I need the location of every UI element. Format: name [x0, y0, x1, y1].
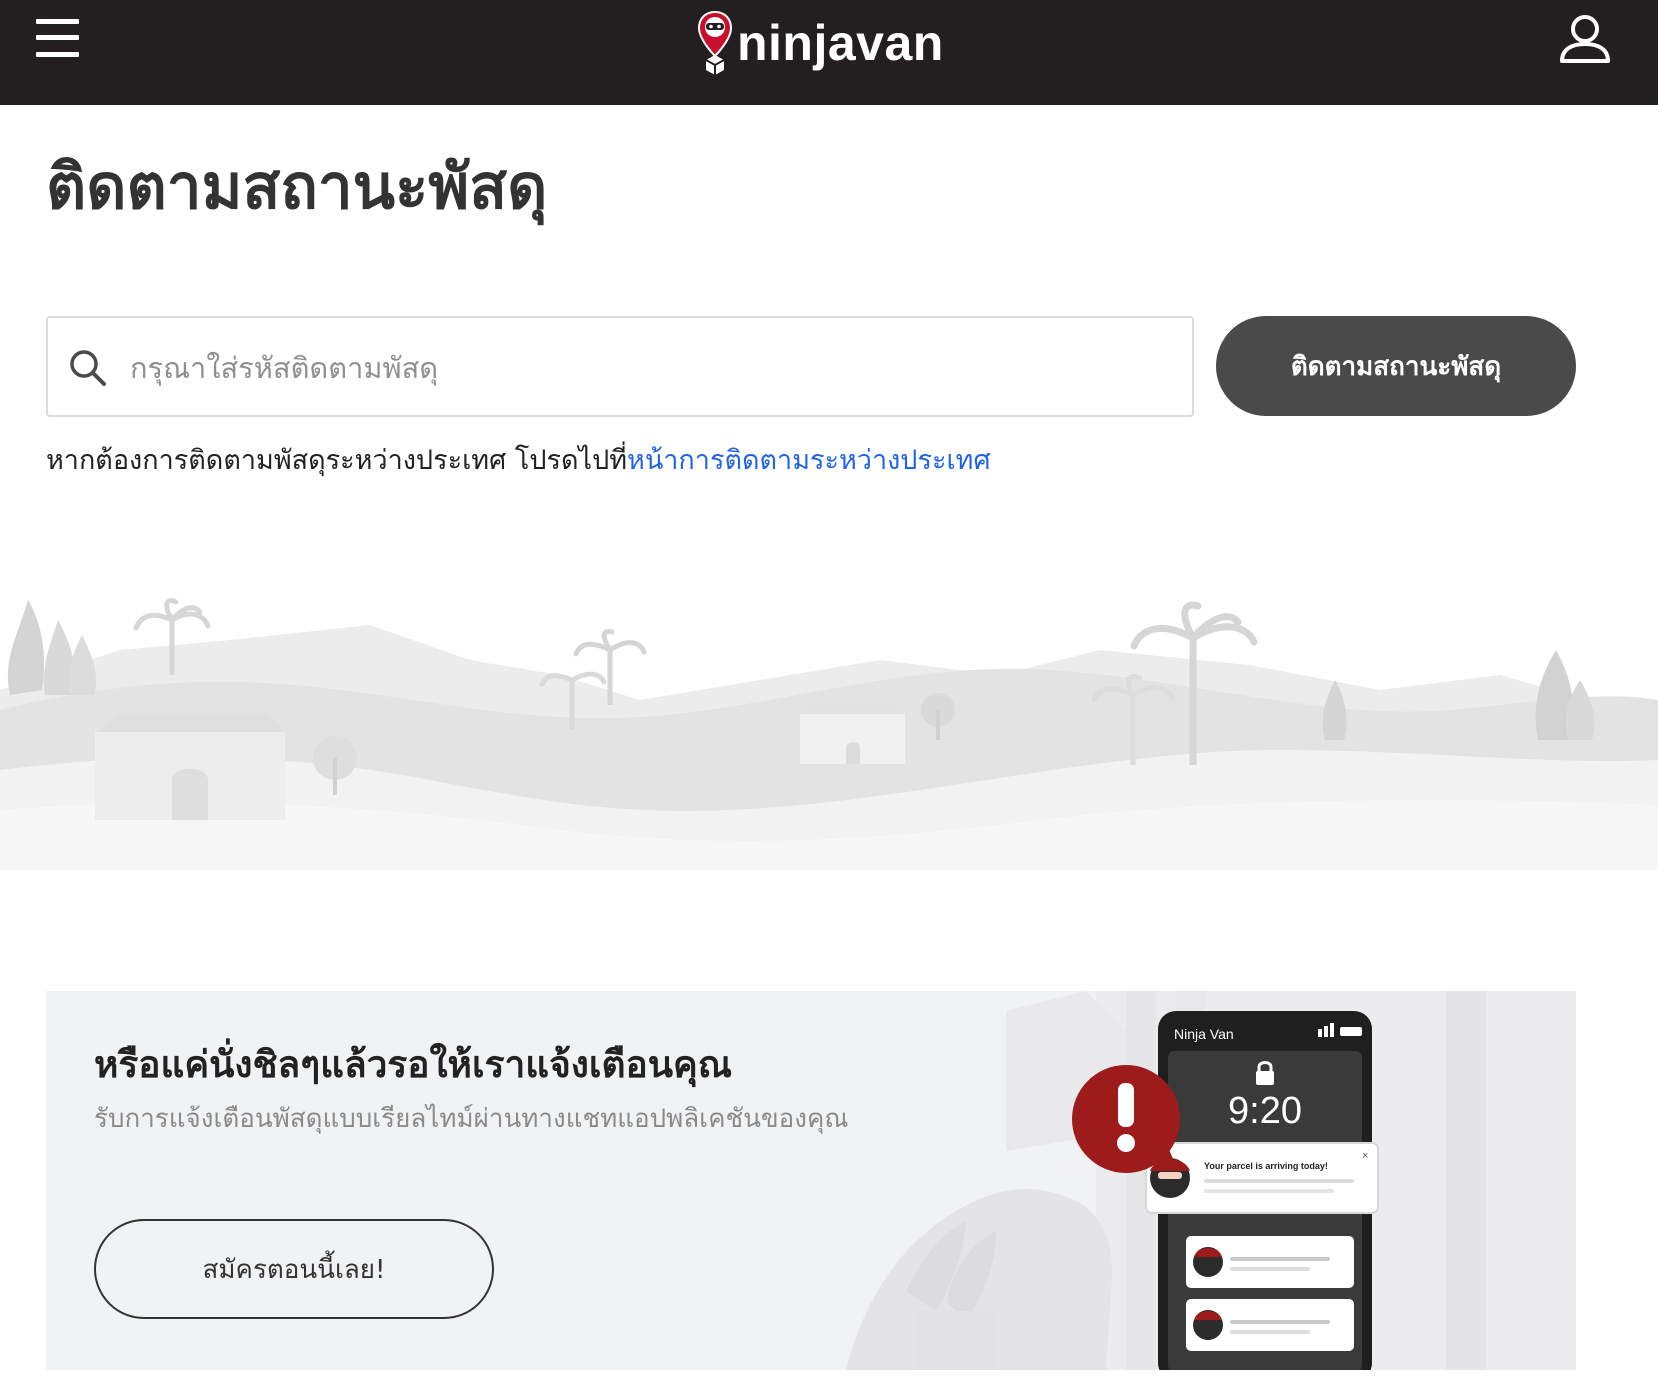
notification-promo-banner: Ninja Van 9:20 Your parcel is arriving t…: [46, 991, 1576, 1370]
phone-notification-text: Your parcel is arriving today!: [1204, 1161, 1328, 1171]
signup-now-button[interactable]: สมัครตอนนี้เลย!: [94, 1219, 494, 1319]
tracking-number-input[interactable]: [128, 336, 1172, 400]
landscape-illustration: [0, 598, 1658, 870]
phone-time: 9:20: [1228, 1090, 1302, 1132]
international-tracking-note: หากต้องการติดตามพัสดุระหว่างประเทศ โปรดไ…: [46, 438, 991, 481]
brand-logo[interactable]: ninjavan: [697, 8, 944, 78]
phone-app-name: Ninja Van: [1174, 1026, 1234, 1042]
promo-subtitle: รับการแจ้งเตือนพัสดุแบบเรียลไทม์ผ่านทางแ…: [94, 1104, 849, 1134]
user-account-icon[interactable]: [1558, 13, 1612, 65]
tracking-search-box[interactable]: [46, 316, 1194, 417]
international-tracking-link[interactable]: หน้าการติดตามระหว่างประเทศ: [627, 445, 991, 476]
hamburger-menu-icon[interactable]: [36, 19, 79, 57]
brand-name: ninjavan: [737, 15, 944, 71]
top-nav-bar: ninjavan: [0, 0, 1658, 105]
promo-title: หรือแค่นั่งชิลๆแล้วรอให้เราแจ้งเตือนคุณ: [94, 1043, 733, 1086]
ninja-map-pin-icon: [697, 10, 733, 75]
search-icon: [70, 350, 106, 386]
page-title: ติดตามสถานะพัสดุ: [46, 150, 548, 223]
exclamation-alert-icon: [1072, 1065, 1180, 1173]
svg-text:×: ×: [1362, 1150, 1368, 1162]
track-parcel-button[interactable]: ติดตามสถานะพัสดุ: [1216, 316, 1576, 416]
international-note-text: หากต้องการติดตามพัสดุระหว่างประเทศ โปรดไ…: [46, 445, 628, 476]
phone-notification-illustration: Ninja Van 9:20 Your parcel is arriving t…: [846, 991, 1576, 1370]
